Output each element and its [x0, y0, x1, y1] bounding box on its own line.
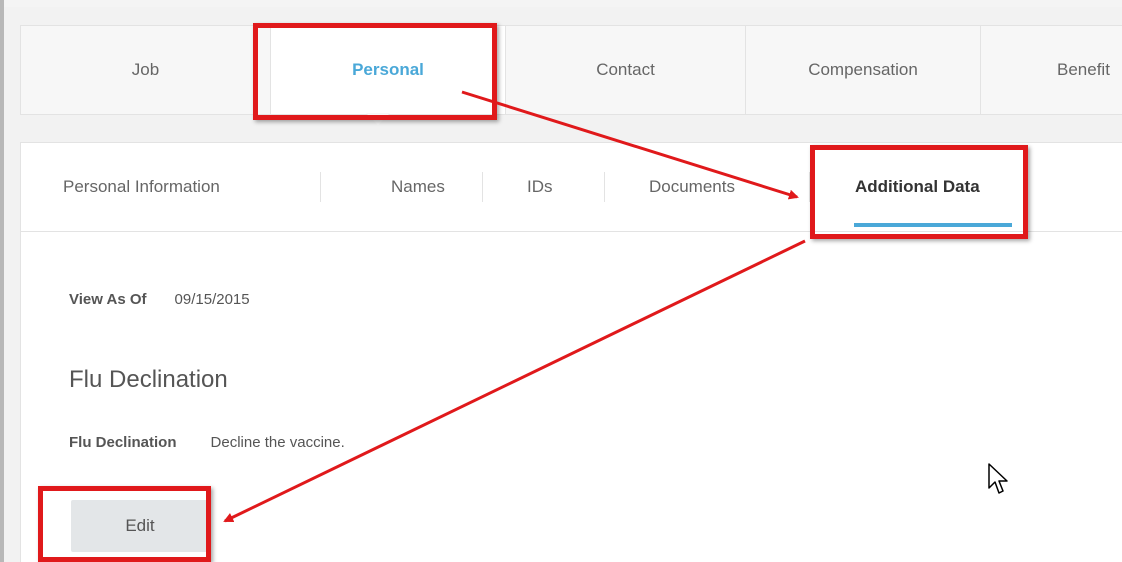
worker-profile-page: Job Personal Contact Compensation Benefi… — [4, 7, 1122, 562]
subtab-personal-information[interactable]: Personal Information — [63, 143, 220, 231]
view-as-of-row: View As Of 09/15/2015 — [69, 291, 250, 308]
subtab-documents[interactable]: Documents — [649, 143, 735, 231]
subtab-ids[interactable]: IDs — [527, 143, 553, 231]
field-label: Flu Declination — [69, 434, 177, 451]
tab-compensation[interactable]: Compensation — [746, 26, 981, 114]
view-as-of-date: 09/15/2015 — [174, 291, 250, 308]
highlight-box-additional-data — [810, 145, 1028, 239]
tab-benefits[interactable]: Benefit — [981, 26, 1122, 114]
subtab-divider — [320, 172, 321, 202]
main-tab-bar: Job Personal Contact Compensation Benefi… — [20, 25, 1122, 115]
mouse-pointer-icon — [988, 463, 1008, 494]
highlight-box-edit — [38, 486, 211, 562]
flu-declination-field: Flu Declination Decline the vaccine. — [69, 434, 345, 451]
field-value: Decline the vaccine. — [210, 434, 345, 451]
view-as-of-label: View As Of — [69, 291, 147, 308]
section-title: Flu Declination — [69, 366, 228, 393]
top-band — [4, 0, 1122, 7]
subtab-names[interactable]: Names — [391, 143, 445, 231]
subtab-divider — [604, 172, 605, 202]
subtab-divider — [482, 172, 483, 202]
tab-contact[interactable]: Contact — [506, 26, 746, 114]
tab-job[interactable]: Job — [21, 26, 271, 114]
highlight-box-personal — [253, 23, 497, 120]
